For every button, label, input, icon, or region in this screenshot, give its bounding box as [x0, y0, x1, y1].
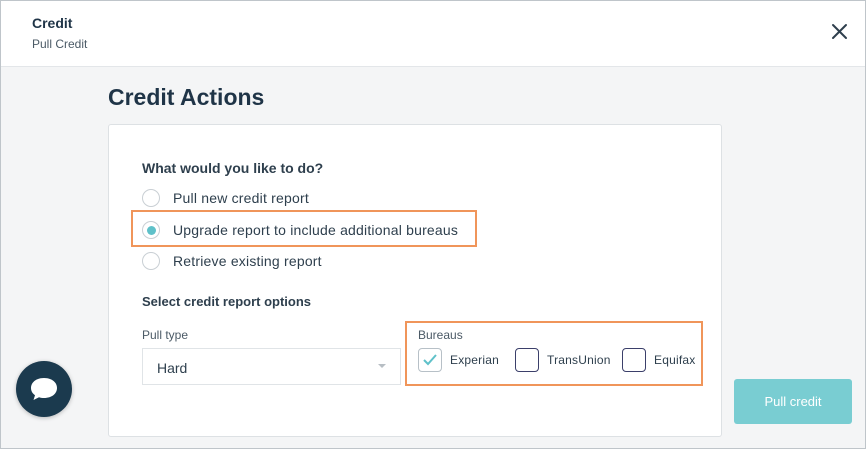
dialog-subtitle: Pull Credit — [32, 37, 88, 51]
checkbox-equifax[interactable]: Equifax — [622, 347, 695, 373]
radio-button[interactable] — [142, 189, 160, 207]
highlight-box-upgrade — [131, 210, 477, 247]
checkbox-label: Equifax — [654, 353, 696, 367]
chat-bubble-icon[interactable] — [16, 361, 72, 417]
checkbox-label: Experian — [450, 353, 499, 367]
action-question: What would you like to do? — [142, 160, 324, 176]
pull-type-select[interactable]: Hard — [142, 348, 401, 385]
radio-button[interactable] — [142, 252, 160, 270]
pull-type-label: Pull type — [142, 328, 189, 342]
chevron-down-icon — [378, 364, 386, 368]
checkbox[interactable] — [515, 348, 539, 372]
radio-retrieve-existing[interactable]: Retrieve existing report — [142, 250, 322, 272]
checkbox[interactable] — [622, 348, 646, 372]
options-title: Select credit report options — [142, 294, 312, 309]
radio-pull-new[interactable]: Pull new credit report — [142, 187, 309, 209]
pull-type-value: Hard — [157, 360, 188, 376]
section-title: Credit Actions — [108, 84, 265, 110]
bureaus-label: Bureaus — [418, 328, 463, 342]
dialog-title: Credit — [32, 15, 73, 31]
checkbox-experian[interactable]: Experian — [418, 347, 499, 373]
radio-label: Retrieve existing report — [173, 253, 322, 269]
checkmark-icon — [423, 354, 437, 366]
dialog-header: Credit Pull Credit — [1, 1, 865, 67]
pull-credit-button[interactable]: Pull credit — [734, 379, 852, 424]
close-icon[interactable] — [829, 21, 851, 43]
radio-label: Pull new credit report — [173, 190, 309, 206]
checkbox-checked[interactable] — [418, 348, 442, 372]
checkbox-transunion[interactable]: TransUnion — [515, 347, 611, 373]
checkbox-label: TransUnion — [547, 353, 611, 367]
